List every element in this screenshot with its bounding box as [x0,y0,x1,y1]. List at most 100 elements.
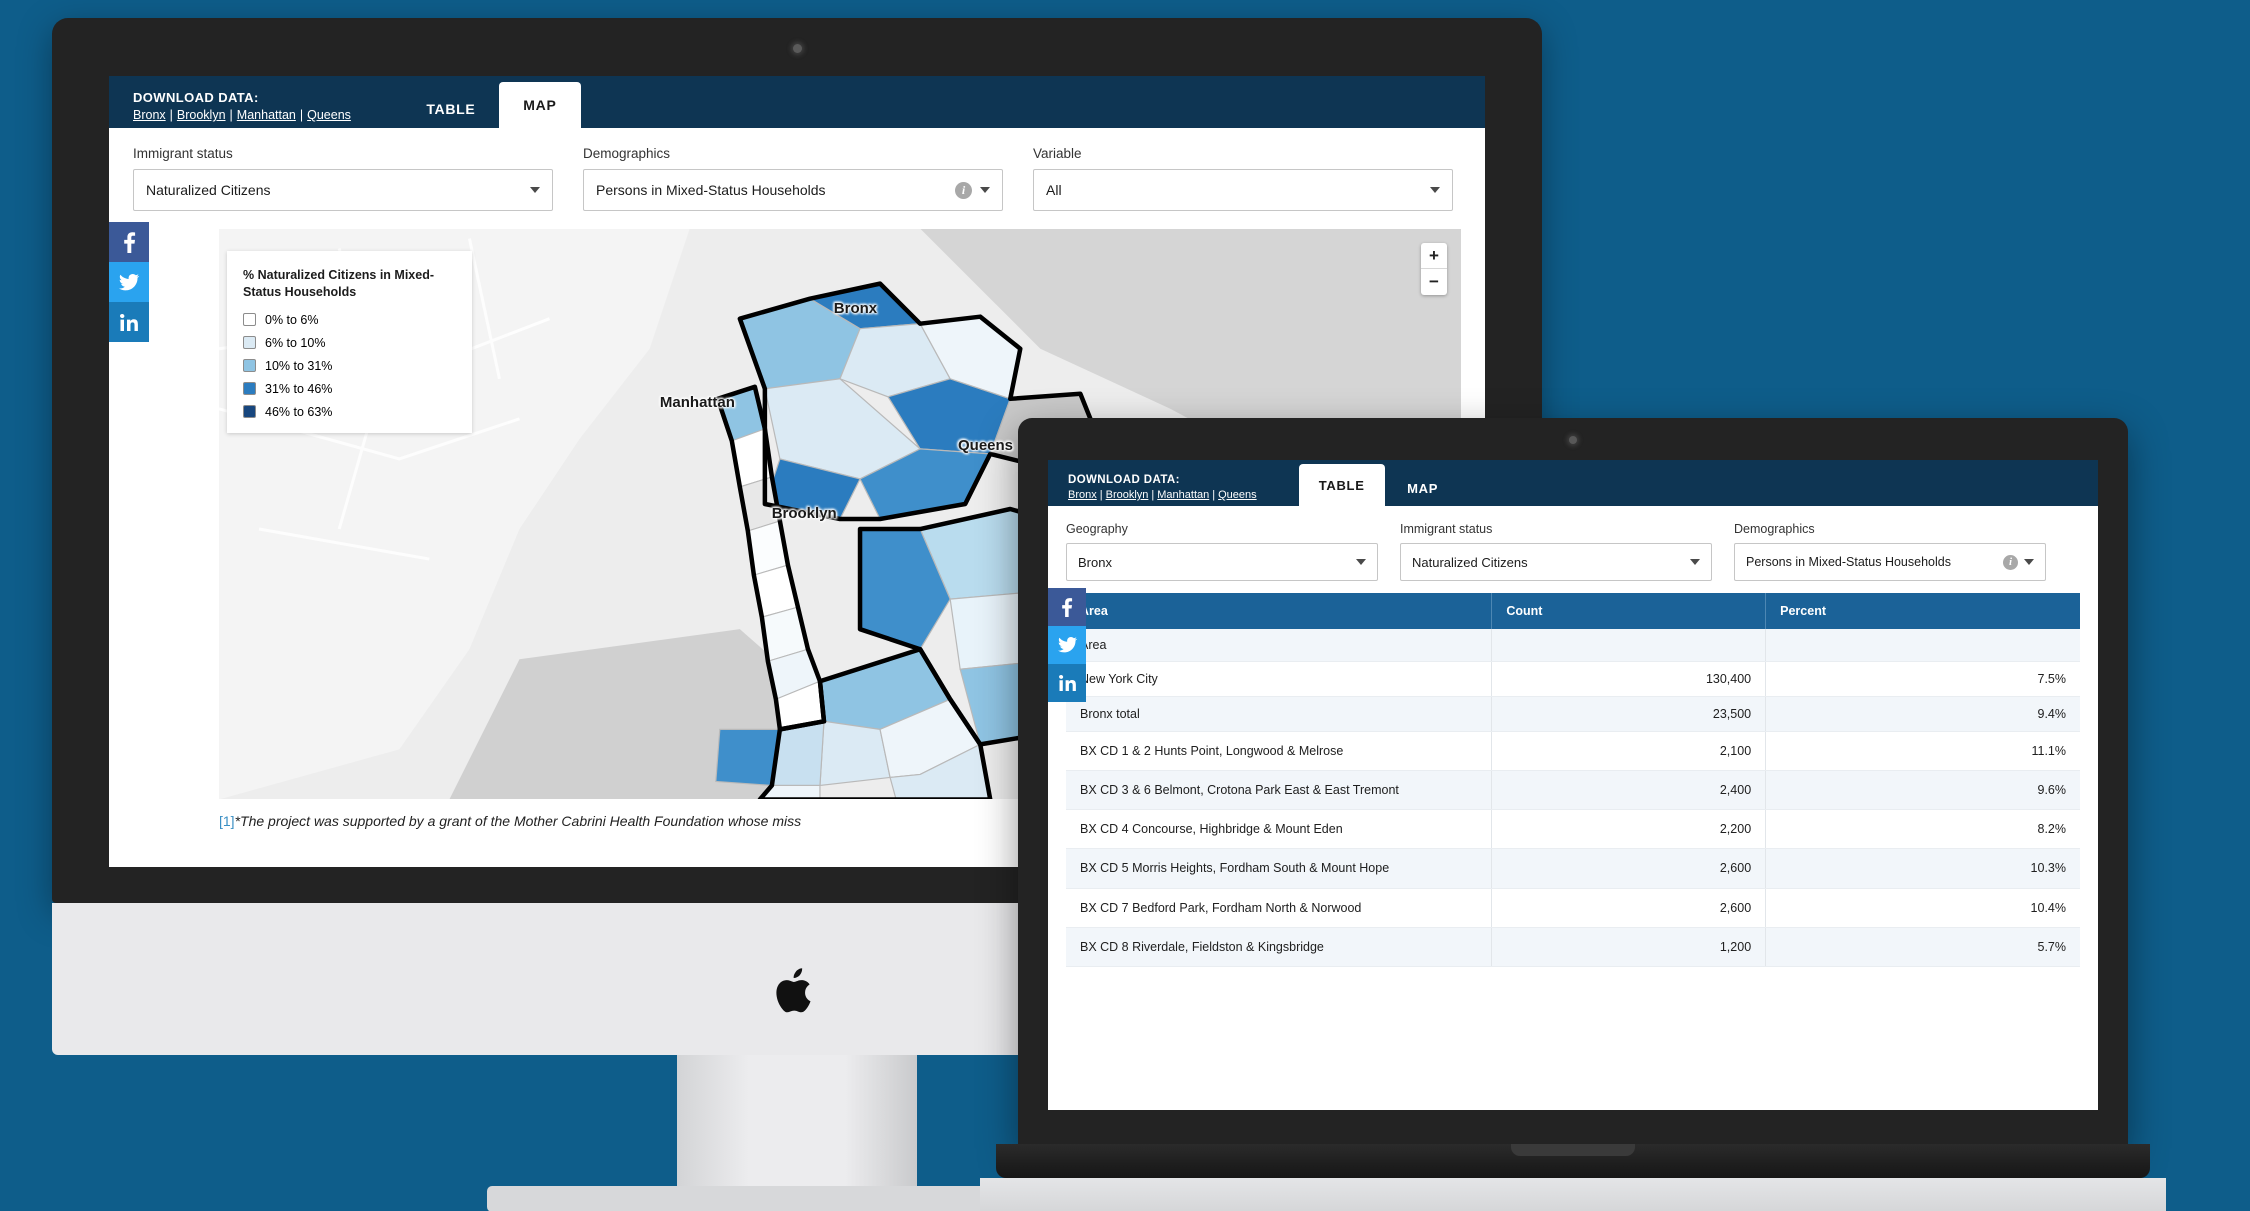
share-linkedin-button[interactable] [109,302,149,342]
zoom-in-button[interactable]: + [1421,243,1447,269]
chevron-down-icon [1690,559,1700,565]
column-header-count[interactable]: Count [1491,593,1767,629]
download-link-manhattan[interactable]: Manhattan [237,108,296,122]
link-separator: | [299,108,304,122]
desktop-navbar: DOWNLOAD DATA: Bronx | Brooklyn | Manhattan |… [109,76,1485,128]
select-value: Persons in Mixed-Status Households [1746,555,1951,569]
download-link-brooklyn[interactable]: Brooklyn [177,108,226,122]
cell-count: 130,400 [1491,661,1767,697]
control-variable: Variable All [1033,146,1453,211]
share-linkedin-button[interactable] [1048,664,1086,702]
facebook-icon [123,232,135,253]
demographics-select[interactable]: Persons in Mixed-Status Households i [583,169,1003,211]
legend-item: 10% to 31% [243,359,456,373]
cell-count: 1,200 [1491,927,1767,967]
legend-label: 31% to 46% [265,381,333,396]
control-label: Demographics [583,146,671,161]
immigrant-status-select[interactable]: Naturalized Citizens [133,169,553,211]
cell-area: Bronx total [1066,696,1493,732]
control-label: Immigrant status [1400,522,1493,536]
cell-count: 2,100 [1491,731,1767,772]
table-row[interactable]: BX CD 7 Bedford Park, Fordham North & No… [1066,888,2080,928]
select-value: Naturalized Citizens [1412,554,1528,570]
link-separator: | [1212,489,1216,501]
download-link-queens[interactable]: Queens [307,108,351,122]
linkedin-icon [120,313,138,331]
table-group-row: Area [1066,629,2080,662]
variable-select[interactable]: All [1033,169,1453,211]
cell-percent: 8.2% [1765,809,2080,850]
control-label: Demographics [1734,522,1815,536]
immigrant-status-select[interactable]: Naturalized Citizens [1400,543,1712,581]
share-facebook-button[interactable] [109,222,149,262]
tab-map[interactable]: MAP [1385,470,1461,506]
legend-label: 6% to 10% [265,335,326,350]
legend-swatch [243,313,256,327]
twitter-icon [1057,637,1077,653]
map-label-brooklyn: Brooklyn [771,505,837,523]
control-demographics: Demographics Persons in Mixed-Status Hou… [1734,522,2046,581]
cell-count: 2,600 [1491,888,1767,928]
camera-icon [793,44,802,53]
cell-percent: 9.4% [1765,696,2080,732]
download-link-brooklyn[interactable]: Brooklyn [1106,489,1149,501]
tab-table[interactable]: TABLE [403,90,499,128]
desktop-controls: Immigrant status Naturalized Citizens De… [109,128,1485,225]
laptop-social-share [1048,588,1086,702]
data-table-container[interactable]: Area Count Percent Area New York City 13… [1048,593,2098,967]
laptop-navbar: DOWNLOAD DATA: Bronx | Brooklyn | Manhattan |… [1048,460,2098,506]
download-link-queens[interactable]: Queens [1218,489,1257,501]
table-row[interactable]: BX CD 8 Riverdale, Fieldston & Kingsbrid… [1066,927,2080,967]
control-label: Geography [1066,522,1128,536]
share-twitter-button[interactable] [1048,626,1086,664]
info-icon[interactable]: i [2003,554,2018,570]
download-data-title: DOWNLOAD DATA: [1068,474,1180,486]
control-demographics: Demographics Persons in Mixed-Status Hou… [583,146,1003,211]
facebook-icon [1062,598,1073,617]
table-row[interactable]: BX CD 4 Concourse, Highbridge & Mount Ed… [1066,809,2080,850]
tab-map[interactable]: MAP [498,82,581,128]
map-label-bronx: Bronx [833,300,878,318]
laptop-tabs: TABLE MAP [1298,460,1461,506]
table-row[interactable]: BX CD 5 Morris Heights, Fordham South & … [1066,848,2080,889]
table-row[interactable]: BX CD 3 & 6 Belmont, Crotona Park East &… [1066,770,2080,811]
chevron-down-icon [1430,187,1440,193]
legend-swatch [243,359,256,373]
select-value: Persons in Mixed-Status Households [596,182,826,198]
table-row[interactable]: Bronx total 23,500 9.4% [1066,696,2080,732]
map-legend: % Naturalized Citizens in Mixed-Status H… [227,251,472,433]
imac-stand-neck [677,1055,917,1201]
cell-percent: 11.1% [1765,731,2080,772]
footnote-reference[interactable]: [1] [219,813,235,829]
info-icon[interactable]: i [955,181,972,199]
select-value: All [1046,182,1062,198]
legend-swatch [243,382,256,396]
table-row[interactable]: New York City 130,400 7.5% [1066,661,2080,697]
zoom-out-button[interactable]: − [1421,269,1447,295]
download-link-manhattan[interactable]: Manhattan [1157,489,1209,501]
legend-title: % Naturalized Citizens in Mixed-Status H… [243,268,435,299]
share-twitter-button[interactable] [109,262,149,302]
cell-count: 2,600 [1491,848,1767,889]
download-data-links: Bronx | Brooklyn | Manhattan | Queens [1068,489,1257,501]
cell-area: BX CD 8 Riverdale, Fieldston & Kingsbrid… [1066,927,1493,967]
laptop-screen: DOWNLOAD DATA: Bronx | Brooklyn | Manhattan |… [1048,460,2098,1110]
control-label: Immigrant status [133,146,233,161]
tab-table[interactable]: TABLE [1298,464,1385,506]
select-value: Bronx [1078,554,1112,570]
group-count [1491,629,1767,662]
geography-select[interactable]: Bronx [1066,543,1378,581]
camera-icon [1569,436,1577,444]
cell-area: New York City [1066,661,1493,697]
map-label-manhattan: Manhattan [659,394,735,412]
download-link-bronx[interactable]: Bronx [133,108,166,122]
download-data-links: Bronx | Brooklyn | Manhattan | Queens [133,108,351,122]
cell-area: BX CD 4 Concourse, Highbridge & Mount Ed… [1066,809,1493,850]
laptop-download-data: DOWNLOAD DATA: Bronx | Brooklyn | Manhattan |… [1068,474,1257,506]
download-link-bronx[interactable]: Bronx [1068,489,1097,501]
column-header-area[interactable]: Area [1066,593,1493,629]
table-row[interactable]: BX CD 1 & 2 Hunts Point, Longwood & Melr… [1066,731,2080,772]
demographics-select[interactable]: Persons in Mixed-Status Households i [1734,543,2046,581]
column-header-percent[interactable]: Percent [1765,593,2080,629]
share-facebook-button[interactable] [1048,588,1086,626]
